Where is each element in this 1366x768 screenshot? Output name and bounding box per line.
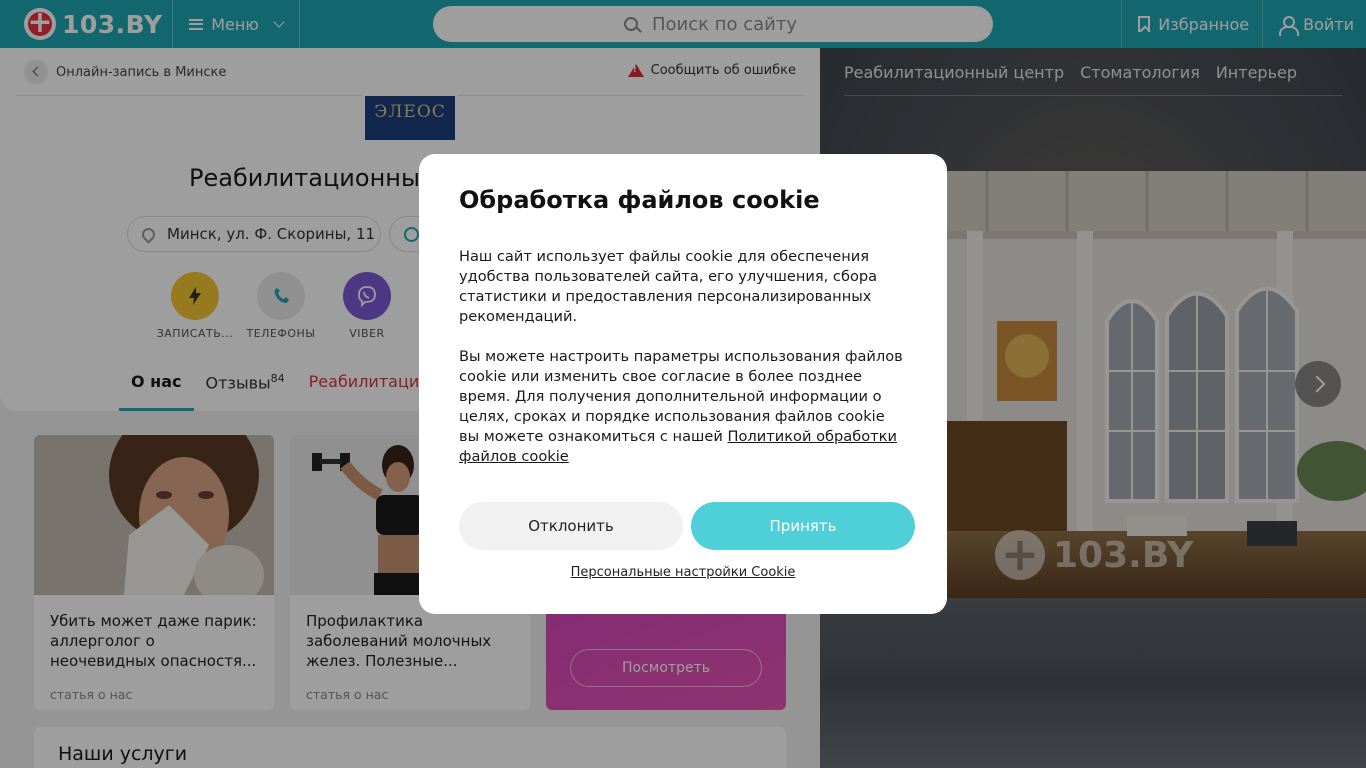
decline-button[interactable]: Отклонить: [459, 502, 683, 550]
cookie-modal-buttons: Отклонить Принять: [459, 502, 915, 550]
cookie-settings-link[interactable]: Персональные настройки Cookie: [419, 565, 947, 580]
cookie-modal-title: Обработка файлов cookie: [459, 186, 820, 214]
cookie-modal: Обработка файлов cookie Наш сайт использ…: [419, 154, 947, 614]
cookie-paragraph-2: Вы можете настроить параметры использова…: [459, 347, 907, 467]
accept-button[interactable]: Принять: [691, 502, 915, 550]
cookie-paragraph-1: Наш сайт использует файлы cookie для обе…: [459, 248, 878, 325]
cookie-modal-body: Наш сайт использует файлы cookie для обе…: [459, 247, 907, 467]
